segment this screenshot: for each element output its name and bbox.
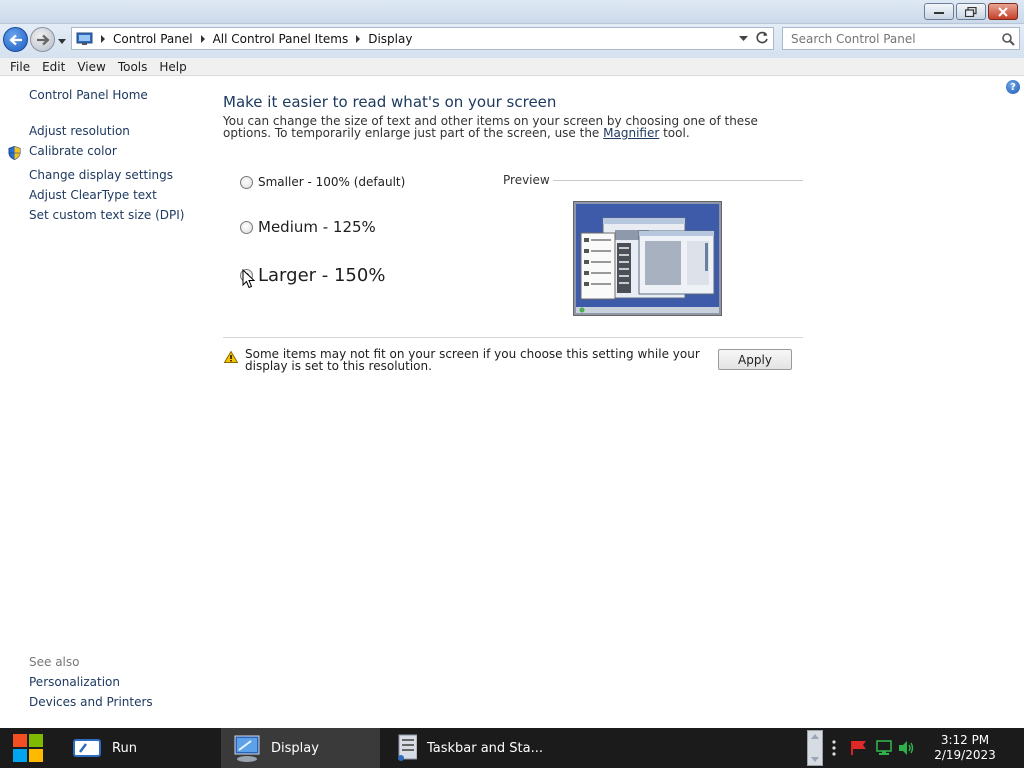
magnifier-link[interactable]: Magnifier	[603, 126, 659, 140]
page-title: Make it easier to read what's on your sc…	[223, 93, 557, 111]
breadcrumb-all-items[interactable]: All Control Panel Items	[213, 32, 349, 46]
clock-date: 2/19/2023	[934, 748, 996, 762]
system-clock[interactable]: 3:12 PM 2/19/2023	[930, 733, 1000, 763]
navigation-bar: Control Panel All Control Panel Items Di…	[0, 24, 1024, 58]
tray-scroll-buttons[interactable]	[807, 730, 823, 766]
network-icon[interactable]	[875, 740, 893, 756]
search-icon[interactable]	[1001, 32, 1015, 46]
taskbar-item-taskbar-properties[interactable]: Taskbar and Sta...	[383, 728, 543, 768]
search-input[interactable]	[791, 31, 991, 46]
window-controls	[924, 3, 1018, 20]
display-icon	[234, 735, 260, 762]
address-dropdown-icon[interactable]	[739, 34, 748, 42]
see-also-heading: See also	[29, 655, 80, 669]
section-divider	[223, 337, 803, 338]
tray-overflow-icon[interactable]	[831, 740, 837, 756]
menu-tools[interactable]: Tools	[112, 60, 154, 74]
breadcrumb-separator-icon[interactable]	[200, 34, 205, 43]
breadcrumb-separator-icon[interactable]	[356, 34, 361, 43]
preview-image	[573, 201, 722, 316]
back-arrow-icon	[8, 34, 22, 45]
taskbar-item-run[interactable]: Run	[60, 728, 218, 768]
minimize-icon	[934, 11, 944, 14]
search-box[interactable]	[782, 27, 1020, 50]
chevron-down-icon[interactable]	[811, 757, 819, 762]
content-area: ? Control Panel Home Adjust resolution C…	[0, 77, 1024, 728]
menu-help[interactable]: Help	[153, 60, 192, 74]
sidebar-link-custom-dpi[interactable]: Set custom text size (DPI)	[29, 208, 184, 222]
apply-button[interactable]: Apply	[718, 349, 792, 370]
option-medium[interactable]: Medium - 125%	[240, 218, 376, 236]
start-button[interactable]	[0, 728, 56, 768]
title-bar	[0, 0, 1024, 24]
help-icon[interactable]: ?	[1006, 80, 1020, 94]
breadcrumb-display[interactable]: Display	[368, 32, 412, 46]
taskbar-item-run-label: Run	[112, 740, 137, 756]
address-bar[interactable]: Control Panel All Control Panel Items Di…	[71, 27, 774, 50]
option-larger[interactable]: Larger - 150%	[240, 265, 385, 286]
menu-edit[interactable]: Edit	[36, 60, 71, 74]
taskbar-properties-icon	[398, 734, 417, 761]
option-larger-label[interactable]: Larger - 150%	[258, 265, 385, 286]
warning-icon	[224, 351, 238, 363]
close-icon	[998, 6, 1008, 17]
breadcrumb-separator-icon	[101, 34, 105, 43]
taskbar-item-display-label: Display	[271, 740, 319, 756]
back-button[interactable]	[3, 27, 28, 52]
chevron-up-icon[interactable]	[811, 734, 819, 739]
page-description: You can change the size of text and othe…	[223, 115, 803, 139]
description-text-end: tool.	[659, 126, 690, 140]
sidebar-link-calibrate-color[interactable]: Calibrate color	[29, 144, 117, 158]
forward-button[interactable]	[30, 27, 55, 52]
sidebar-link-adjust-resolution[interactable]: Adjust resolution	[29, 124, 130, 138]
option-smaller[interactable]: Smaller - 100% (default)	[240, 175, 405, 189]
breadcrumb-control-panel[interactable]: Control Panel	[113, 32, 193, 46]
taskbar-item-taskbar-properties-label: Taskbar and Sta...	[426, 740, 543, 756]
menu-view[interactable]: View	[71, 60, 111, 74]
sidebar-link-control-panel-home[interactable]: Control Panel Home	[29, 88, 148, 102]
menu-bar: File Edit View Tools Help	[0, 58, 1024, 76]
restore-button[interactable]	[956, 3, 986, 20]
sidebar-link-change-display-settings[interactable]: Change display settings	[29, 168, 173, 182]
radio-medium[interactable]	[240, 220, 253, 234]
recent-pages-dropdown-icon[interactable]	[58, 37, 66, 45]
menu-file[interactable]: File	[4, 60, 36, 74]
restore-icon	[965, 6, 977, 17]
sidebar-link-devices-printers[interactable]: Devices and Printers	[29, 695, 153, 709]
close-button[interactable]	[988, 3, 1018, 20]
option-medium-label[interactable]: Medium - 125%	[258, 218, 376, 236]
minimize-button[interactable]	[924, 3, 954, 20]
sidebar-link-adjust-cleartype[interactable]: Adjust ClearType text	[29, 188, 157, 202]
taskbar-item-display[interactable]: Display	[221, 728, 380, 768]
preview-divider	[553, 180, 803, 181]
refresh-icon[interactable]	[756, 31, 769, 44]
control-panel-icon	[76, 32, 93, 45]
volume-icon[interactable]	[898, 740, 916, 756]
action-center-flag-icon[interactable]	[850, 740, 868, 756]
forward-arrow-icon	[36, 34, 50, 45]
clock-time: 3:12 PM	[940, 733, 990, 747]
preview-label: Preview	[503, 173, 550, 187]
windows-logo-icon	[13, 734, 43, 762]
warning-text: Some items may not fit on your screen if…	[245, 347, 700, 373]
uac-shield-icon	[8, 146, 21, 160]
run-icon	[73, 739, 101, 757]
mouse-cursor-icon	[242, 269, 255, 289]
option-smaller-label[interactable]: Smaller - 100% (default)	[258, 175, 405, 189]
radio-smaller[interactable]	[240, 175, 253, 189]
sidebar-link-personalization[interactable]: Personalization	[29, 675, 120, 689]
taskbar: Run Display Taskbar and Sta... 3:12 PM 2…	[0, 728, 1024, 768]
